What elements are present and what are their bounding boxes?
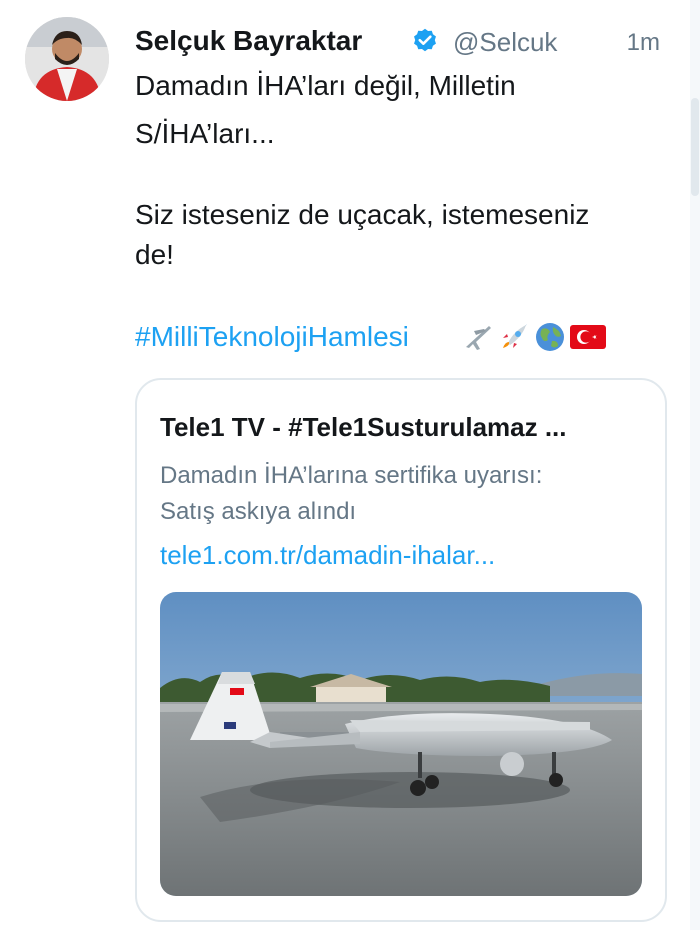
card-description-line: Satış askıya alındı bbox=[160, 498, 357, 525]
card-title: Tele1 TV - #Tele1Susturulamaz ... bbox=[160, 412, 567, 442]
airplane-icon bbox=[462, 321, 494, 353]
scrollbar[interactable] bbox=[690, 0, 700, 930]
tweet-text-line: Damadın İHA’ları değil, Milletin bbox=[135, 70, 516, 101]
link-preview-card[interactable]: Tele1 TV - #Tele1Susturulamaz ... Damadı… bbox=[135, 378, 667, 922]
verified-badge-icon bbox=[414, 28, 436, 52]
tweet-text-line: Siz isteseniz de uçacak, istemeseniz bbox=[135, 199, 590, 230]
tweet-text-line: S/İHA’ları... bbox=[135, 118, 275, 149]
tweet-timestamp[interactable]: 1m bbox=[627, 29, 660, 57]
card-link[interactable]: tele1.com.tr/damadin-ihalar... bbox=[160, 540, 495, 571]
emoji-row bbox=[462, 321, 606, 353]
card-description-line: Damadın İHA’larına sertifika uyarısı: bbox=[160, 462, 543, 489]
card-image-drone[interactable] bbox=[160, 592, 642, 896]
avatar[interactable] bbox=[25, 17, 109, 101]
turkey-flag-icon bbox=[570, 323, 606, 351]
rocket-icon bbox=[498, 321, 530, 353]
scrollbar-thumb[interactable] bbox=[691, 98, 699, 196]
tweet-text-line: de! bbox=[135, 239, 174, 270]
author-name[interactable]: Selçuk Bayraktar bbox=[135, 25, 362, 57]
author-handle[interactable]: @Selcuk bbox=[453, 27, 557, 58]
globe-icon bbox=[534, 321, 566, 353]
hashtag-link[interactable]: #MilliTeknolojiHamlesi bbox=[135, 318, 409, 356]
